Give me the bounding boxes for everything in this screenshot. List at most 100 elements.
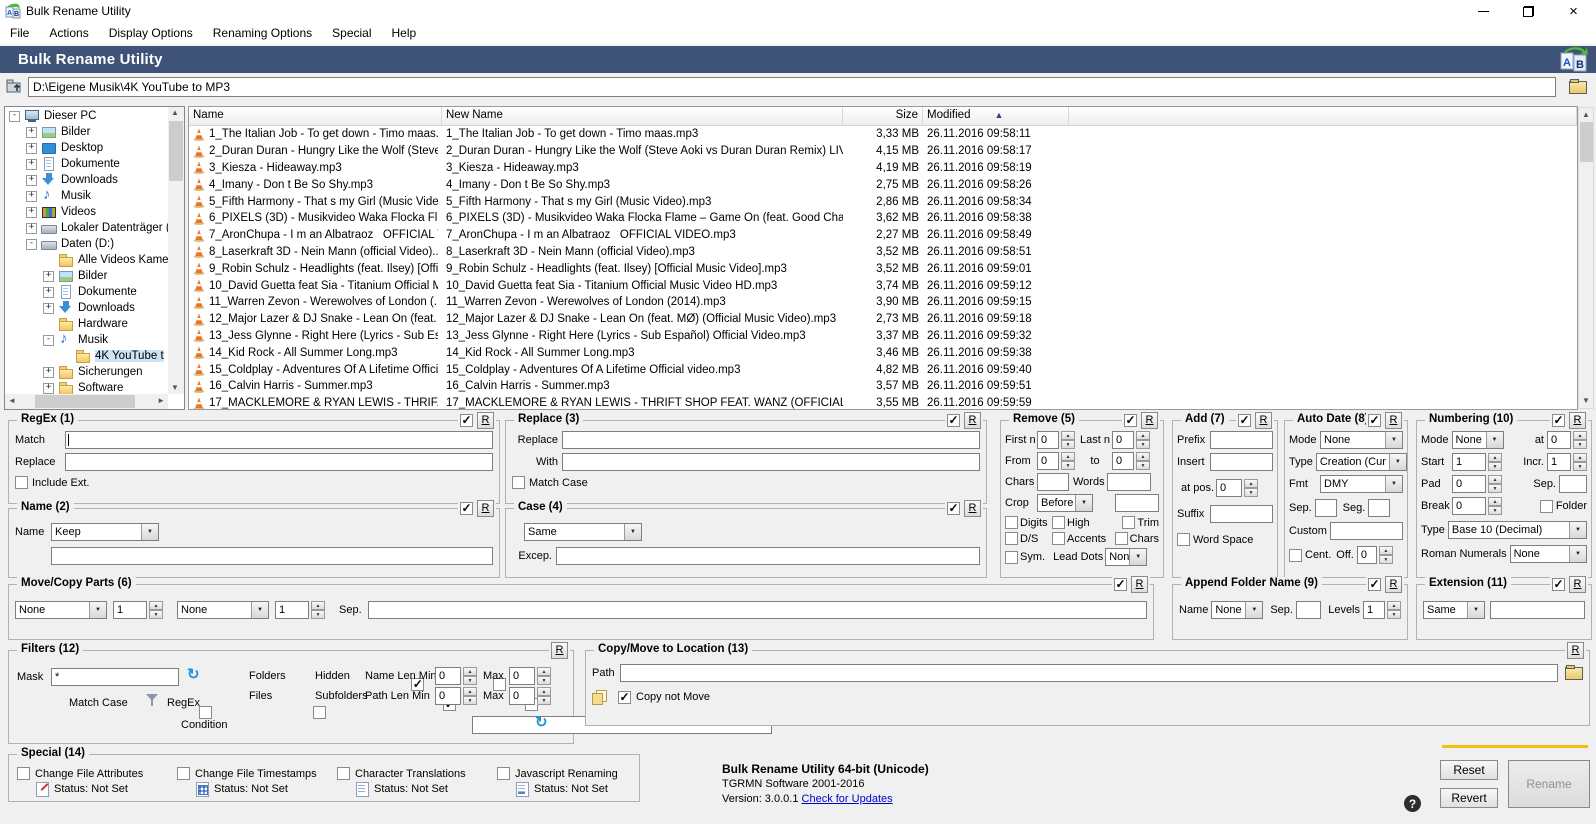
dropdown-arrow-icon[interactable]: ▼ [624, 524, 641, 540]
refresh-icon[interactable]: ↻ [187, 668, 200, 682]
special-item-checkbox[interactable] [177, 767, 190, 780]
tree-toggle[interactable]: + [43, 367, 54, 378]
spin-down-icon[interactable]: ▼ [463, 696, 477, 705]
scroll-up-icon[interactable]: ▲ [171, 109, 179, 117]
file-row[interactable]: 16_Calvin Harris - Summer.mp3 16_Calvin … [189, 378, 1577, 395]
add-reset-button[interactable]: R [1255, 412, 1272, 429]
menu-renaming-options[interactable]: Renaming Options [203, 26, 322, 40]
at-pos-spinner[interactable]: 0▲▼ [1216, 479, 1258, 497]
column-header-size[interactable]: Size [843, 107, 923, 125]
append-folder-enabled-checkbox[interactable] [1368, 578, 1381, 591]
dropdown-arrow-icon[interactable]: ▼ [1385, 432, 1402, 448]
from-spinner[interactable]: 0▲▼ [1037, 452, 1075, 470]
spin-down-icon[interactable]: ▼ [1488, 462, 1502, 471]
append-name-select[interactable]: None▼ [1211, 601, 1263, 619]
dropdown-arrow-icon[interactable]: ▼ [1569, 546, 1586, 562]
extension-reset-button[interactable]: R [1569, 576, 1586, 593]
at-spinner[interactable]: 0▲▼ [1547, 431, 1587, 449]
movecopy-sep-input[interactable] [368, 601, 1147, 619]
tree-item[interactable]: + Downloads [5, 172, 168, 188]
movecopy-count2-spinner[interactable]: 1▲▼ [275, 601, 325, 619]
copymove-browse-icon[interactable] [1565, 667, 1583, 680]
dropdown-arrow-icon[interactable]: ▼ [1569, 522, 1586, 538]
file-row[interactable]: 11_Warren Zevon - Werewolves of London (… [189, 294, 1577, 311]
file-row[interactable]: 4_Imany - Don t Be So Shy.mp3 4_Imany - … [189, 176, 1577, 193]
regex-reset-button[interactable]: R [477, 412, 494, 429]
tree-toggle[interactable]: + [26, 159, 37, 170]
autodate-mode-select[interactable]: None▼ [1320, 431, 1403, 449]
regex-enabled-checkbox[interactable] [460, 414, 473, 427]
spin-up-icon[interactable]: ▲ [149, 601, 163, 610]
name-mode-select[interactable]: Keep▼ [51, 523, 159, 541]
spin-down-icon[interactable]: ▼ [149, 610, 163, 619]
tree-toggle[interactable]: + [43, 303, 54, 314]
tree-toggle[interactable]: + [26, 191, 37, 202]
column-header-new-name[interactable]: New Name [442, 107, 843, 125]
spin-up-icon[interactable]: ▲ [537, 687, 551, 696]
filter-match-case-checkbox[interactable] [199, 706, 212, 719]
extension-enabled-checkbox[interactable] [1552, 578, 1565, 591]
dropdown-arrow-icon[interactable]: ▼ [1129, 549, 1146, 565]
sym-checkbox[interactable] [1005, 551, 1018, 564]
numbering-reset-button[interactable]: R [1569, 412, 1586, 429]
spin-down-icon[interactable]: ▼ [311, 610, 325, 619]
roman-numerals-select[interactable]: None▼ [1510, 545, 1587, 563]
scroll-down-icon[interactable]: ▼ [171, 384, 179, 392]
tree-toggle[interactable]: + [26, 175, 37, 186]
tree-item[interactable]: + Sicherungen [5, 364, 168, 380]
ds-checkbox[interactable] [1005, 532, 1018, 545]
file-row[interactable]: 17_MACKLEMORE & RYAN LEWIS - THRIF... 17… [189, 395, 1577, 410]
spin-down-icon[interactable]: ▼ [1061, 461, 1075, 470]
path-input[interactable]: D:\Eigene Musik\4K YouTube to MP3 [28, 77, 1556, 97]
filters-reset-button[interactable]: R [551, 642, 568, 659]
excep-input[interactable] [556, 547, 980, 565]
tree-vertical-scrollbar[interactable]: ▲ ▼ [168, 107, 184, 394]
levels-spinner[interactable]: 1▲▼ [1363, 601, 1401, 619]
crop-input[interactable] [1115, 494, 1159, 512]
trim-checkbox[interactable] [1122, 516, 1135, 529]
cent-checkbox[interactable] [1289, 549, 1302, 562]
list-vertical-scrollbar[interactable]: ▲ ▼ [1578, 107, 1594, 409]
case-reset-button[interactable]: R [964, 500, 981, 517]
spin-up-icon[interactable]: ▲ [537, 667, 551, 676]
tree-item[interactable]: + Desktop [5, 140, 168, 156]
lead-dots-select[interactable]: Non▼ [1105, 548, 1147, 566]
column-header-name[interactable]: Name [189, 107, 442, 125]
high-checkbox[interactable] [1052, 516, 1065, 529]
regex-replace-input[interactable] [65, 453, 493, 471]
file-row[interactable]: 3_Kiesza - Hideaway.mp3 3_Kiesza - Hidea… [189, 160, 1577, 177]
tree-item[interactable]: - Dieser PC [5, 108, 168, 124]
spin-down-icon[interactable]: ▼ [1387, 610, 1401, 619]
add-enabled-checkbox[interactable] [1238, 414, 1251, 427]
break-spinner[interactable]: 0▲▼ [1452, 497, 1502, 515]
extension-mode-select[interactable]: Same▼ [1423, 601, 1485, 619]
tree-item[interactable]: + Musik [5, 188, 168, 204]
reset-button[interactable]: Reset [1440, 760, 1498, 780]
revert-button[interactable]: Revert [1440, 788, 1498, 808]
with-input[interactable] [562, 453, 980, 471]
include-ext-checkbox[interactable] [15, 476, 28, 489]
restore-button[interactable] [1506, 0, 1551, 22]
dropdown-arrow-icon[interactable]: ▼ [89, 602, 106, 618]
dropdown-arrow-icon[interactable]: ▼ [1467, 602, 1484, 618]
tree-item[interactable]: Alle Videos Kamer [5, 252, 168, 268]
spin-up-icon[interactable]: ▲ [1488, 497, 1502, 506]
spin-down-icon[interactable]: ▼ [1573, 462, 1587, 471]
autodate-type-select[interactable]: Creation (Cur▼ [1316, 453, 1407, 471]
copymove-path-input[interactable] [620, 664, 1558, 682]
tree-item[interactable]: + Bilder [5, 268, 168, 284]
autodate-reset-button[interactable]: R [1385, 412, 1402, 429]
crop-mode-select[interactable]: Before▼ [1037, 494, 1093, 512]
spin-down-icon[interactable]: ▼ [1136, 461, 1150, 470]
spin-down-icon[interactable]: ▼ [463, 676, 477, 685]
spin-up-icon[interactable]: ▲ [1136, 452, 1150, 461]
file-row[interactable]: 15_Coldplay - Adventures Of A Lifetime O… [189, 361, 1577, 378]
rename-button[interactable]: Rename [1508, 760, 1590, 808]
remove-chars-input[interactable] [1037, 473, 1069, 491]
off-spinner[interactable]: 0▲▼ [1357, 546, 1393, 564]
digits-checkbox[interactable] [1005, 516, 1018, 529]
file-row[interactable]: 6_PIXELS (3D) - Musikvideo Waka Flocka F… [189, 210, 1577, 227]
column-header-modified[interactable]: Modified▲ [923, 107, 1069, 125]
special-item-checkbox[interactable] [337, 767, 350, 780]
file-row[interactable]: 12_Major Lazer & DJ Snake - Lean On (fea… [189, 311, 1577, 328]
